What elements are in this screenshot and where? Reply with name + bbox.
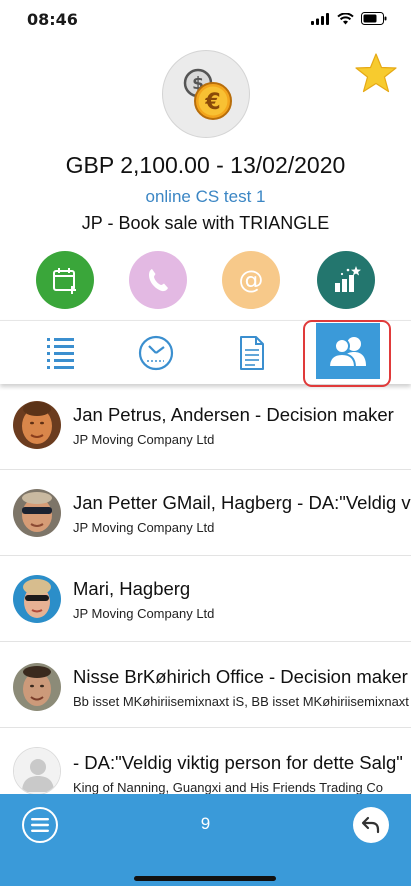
add-appointment-button[interactable] — [36, 251, 94, 309]
phone-icon — [149, 269, 168, 292]
contact-name: Mari, Hagberg — [73, 578, 191, 599]
contact-name: Nisse BrKøhirich Office - Decision maker — [73, 666, 408, 687]
result-count: 9 — [200, 814, 211, 833]
at-sign-icon: @ — [239, 265, 264, 294]
svg-text:@: @ — [239, 265, 264, 294]
avatar — [13, 575, 61, 623]
currency-avatar: $ € — [162, 50, 250, 138]
list-item[interactable]: Nisse BrKøhirich Office - Decision maker… — [0, 642, 411, 728]
contact-company: JP Moving Company Ltd — [73, 520, 215, 535]
back-button[interactable] — [353, 807, 389, 843]
contact-company: JP Moving Company Ltd — [73, 432, 215, 447]
wifi-icon — [337, 12, 354, 24]
status-icons — [311, 12, 387, 25]
bottom-bar: 9 — [0, 794, 411, 886]
contact-company: JP Moving Company Ltd — [73, 606, 215, 621]
tab-documents[interactable] — [222, 327, 282, 379]
svg-text:€: € — [204, 90, 220, 115]
amount-line: GBP 2,100.00 - 13/02/2020 — [65, 152, 346, 178]
list-item[interactable]: Mari, Hagberg JP Moving Company Ltd — [0, 556, 411, 642]
star-icon — [355, 53, 397, 93]
related-link[interactable]: online CS test 1 — [0, 187, 411, 207]
list-item[interactable]: Jan Petter GMail, Hagberg - DA:"Veldig v… — [0, 470, 411, 556]
home-indicator — [134, 876, 276, 881]
contact-company: Bb isset MKøhiriisemixnaxt iS, BB isset … — [73, 694, 409, 709]
battery-icon — [361, 12, 387, 25]
status-time: 08:46 — [27, 10, 78, 29]
signal-icon — [311, 12, 329, 25]
avatar — [13, 401, 61, 449]
favorite-button[interactable] — [354, 52, 398, 96]
stats-button[interactable] — [317, 251, 375, 309]
dollar-euro-coins-icon: $ € — [183, 68, 232, 120]
sale-title: JP - Book sale with TRIANGLE — [81, 213, 330, 233]
list-item[interactable]: Jan Petrus, Andersen - Decision maker JP… — [0, 384, 411, 470]
list-item[interactable]: - DA:"Veldig viktig person for dette Sal… — [0, 728, 411, 794]
contact-list: Jan Petrus, Andersen - Decision maker JP… — [0, 384, 411, 794]
document-icon — [240, 336, 264, 370]
call-button[interactable] — [129, 251, 187, 309]
tab-contacts-highlight — [303, 320, 391, 387]
avatar — [13, 663, 61, 711]
tab-list[interactable] — [31, 327, 91, 379]
list-icon — [47, 338, 74, 369]
contact-name: Jan Petrus, Andersen - Decision maker — [73, 404, 394, 425]
contact-name: Jan Petter GMail, Hagberg - DA:"Veldig v… — [73, 492, 411, 513]
bar-chart-stars-icon — [335, 266, 361, 292]
calendar-add-icon — [53, 268, 76, 294]
avatar — [13, 489, 61, 537]
contact-name: - DA:"Veldig viktig person for dette Sal… — [73, 752, 403, 773]
email-button[interactable]: @ — [222, 251, 280, 309]
detail-tabbar — [0, 320, 411, 387]
tab-history[interactable] — [126, 327, 186, 379]
avatar-placeholder — [13, 747, 61, 794]
contact-company: King of Nanning, Guangxi and His Friends… — [73, 780, 384, 794]
clock-history-icon — [138, 335, 174, 371]
status-bar: 08:46 — [0, 0, 411, 40]
reply-arrow-icon — [361, 816, 380, 834]
